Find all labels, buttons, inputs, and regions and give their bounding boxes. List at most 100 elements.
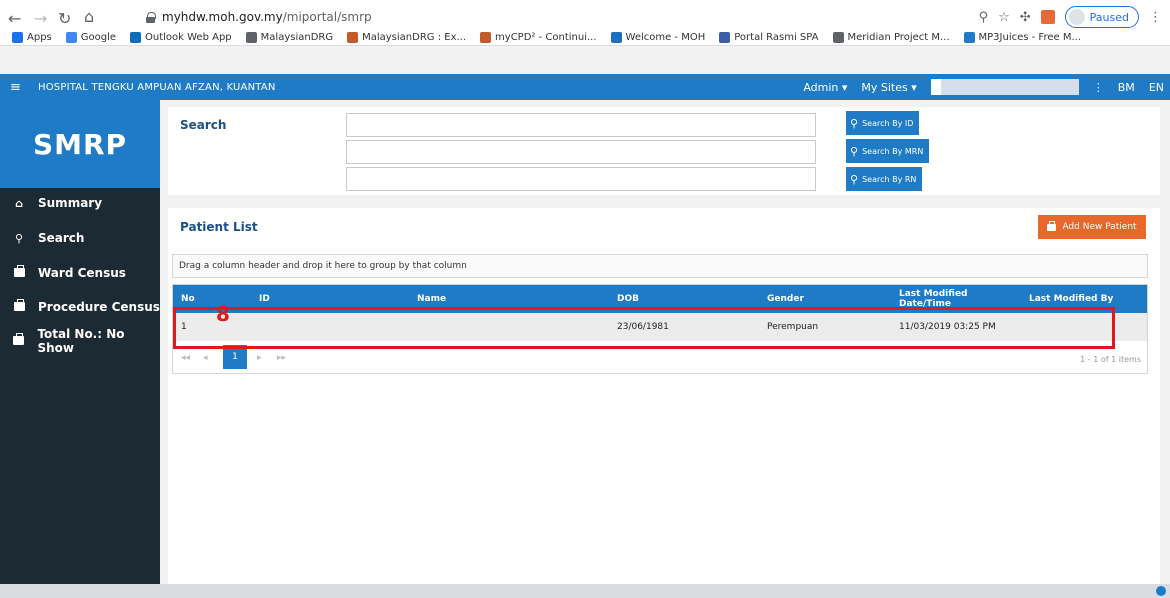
status-bar [0,584,1170,598]
last-page-icon[interactable]: ▸▸ [277,353,286,363]
my-sites-menu[interactable]: My Sites ▾ [861,81,916,94]
briefcase-icon [12,264,26,280]
home-icon[interactable]: ⌂ [84,7,94,26]
bookmark-item[interactable]: Welcome - MOH [610,31,706,43]
lang-en[interactable]: EN [1149,81,1164,94]
button-label: Search By ID [862,118,914,128]
grid-header: No ID Name DOB Gender Last Modified Date… [173,285,1147,313]
group-drop-zone[interactable]: Drag a column header and drop it here to… [172,254,1148,278]
bookmark-label: Google [80,31,117,43]
page-info: 1 - 1 of 1 items [1080,355,1141,364]
cell-dob: 23/06/1981 [617,322,669,332]
bookmark-label: MP3Juices - Free M... [978,31,1081,43]
bookmark-favicon-icon [719,31,731,43]
bookmark-label: Outlook Web App [145,31,232,43]
search-by-mrn-button[interactable]: ⚲ Search By MRN [846,139,930,163]
profile-status-button[interactable]: Paused [1064,6,1139,28]
bookmark-item[interactable]: myCPD² - Continui... [480,31,597,43]
bookmark-favicon-icon [130,31,142,43]
app-header: ≡ HOSPITAL TENGKU AMPUAN AFZAN, KUANTAN … [0,74,1170,100]
reload-icon[interactable]: ↻ [58,9,71,28]
pager: ◂◂ ◂ 1 ▸ ▸▸ 1 - 1 of 1 items [173,345,1147,373]
sidebar-item-summary[interactable]: ⌂ Summary [0,188,160,218]
back-icon[interactable]: ← [8,9,21,28]
scroll-top-icon[interactable] [1156,586,1166,596]
sidebar-item-ward-census[interactable]: Ward Census [0,258,160,288]
column-header-no[interactable]: No [181,285,195,313]
search-icon: ⚲ [14,231,24,245]
bookmark-favicon-icon [963,31,975,43]
search-id-input[interactable] [346,113,816,137]
bookmark-favicon-icon [610,31,622,43]
bookmark-item[interactable]: Portal Rasmi SPA [719,31,819,43]
button-label: Search By MRN [862,146,924,156]
menu-icon[interactable]: ⋮ [1149,10,1162,25]
cell-gender: Perempuan [767,322,819,332]
button-label: Add New Patient [1062,222,1137,232]
column-header-gender[interactable]: Gender [767,285,804,313]
sidebar-item-no-show[interactable]: Total No.: No Show [0,326,160,356]
bookmark-label: Portal Rasmi SPA [734,31,819,43]
address-bar[interactable]: myhdw.moh.gov.my /miportal/smrp [146,6,946,28]
red-extension-icon[interactable] [1040,10,1055,24]
browser-toolbar: ← → ↻ ⌂ myhdw.moh.gov.my /miportal/smrp … [0,0,1170,46]
bookmark-favicon-icon [245,31,257,43]
forward-icon[interactable]: → [34,9,47,28]
bookmark-label: Meridian Project M... [847,31,950,43]
search-panel: Search ⚲ Search By ID ⚲ Search By MRN ⚲ … [168,107,1160,195]
bookmark-label: MalaysianDRG [260,31,334,43]
next-page-icon[interactable]: ▸ [257,353,262,363]
app-logo: SMRP [0,100,160,188]
bookmark-item[interactable]: Google [65,31,117,43]
screen: ← → ↻ ⌂ myhdw.moh.gov.my /miportal/smrp … [0,0,1170,598]
patient-grid: No ID Name DOB Gender Last Modified Date… [172,284,1148,374]
cell-last-modified: 11/03/2019 03:25 PM [899,322,996,332]
extension-icon[interactable]: ✣ [1020,10,1031,25]
sidebar-item-procedure-census[interactable]: Procedure Census [0,292,160,322]
url-path: /miportal/smrp [282,10,372,24]
bookmark-item[interactable]: MalaysianDRG : Ex... [347,31,466,43]
bookmark-item[interactable]: Apps [12,31,52,43]
add-new-patient-button[interactable]: Add New Patient [1038,215,1146,239]
page-1-button[interactable]: 1 [223,345,247,369]
sidebar-item-label: Summary [38,196,103,210]
star-icon[interactable]: ☆ [998,10,1010,25]
zoom-icon[interactable]: ⚲ [979,10,989,25]
lock-icon [146,11,156,23]
user-name-box[interactable] [930,79,1079,95]
sidebar-item-label: Procedure Census [38,300,160,314]
bookmark-item[interactable]: Outlook Web App [130,31,232,43]
search-title: Search [180,118,227,132]
search-by-rn-button[interactable]: ⚲ Search By RN [846,167,923,191]
sidebar: SMRP ⌂ Summary ⚲ Search Ward Census Proc… [0,100,160,584]
search-rn-input[interactable] [346,167,816,191]
search-icon: ⚲ [850,172,859,186]
column-header-id[interactable]: ID [259,285,270,313]
bookmark-label: Welcome - MOH [625,31,706,43]
sidebar-item-search[interactable]: ⚲ Search [0,223,160,253]
patient-list-title: Patient List [180,220,258,234]
hamburger-icon[interactable]: ≡ [10,80,24,95]
lang-bm[interactable]: BM [1118,81,1135,94]
bookmark-item[interactable]: MP3Juices - Free M... [963,31,1081,43]
search-mrn-input[interactable] [346,140,816,164]
briefcase-icon [1047,220,1057,231]
table-row[interactable]: 1 23/06/1981 Perempuan 11/03/2019 03:25 … [173,313,1147,341]
cell-no: 1 [181,322,187,332]
bookmark-item[interactable]: MalaysianDRG [245,31,334,43]
hospital-name: HOSPITAL TENGKU AMPUAN AFZAN, KUANTAN [38,81,276,93]
prev-page-icon[interactable]: ◂ [203,353,208,363]
sidebar-item-label: Ward Census [38,266,126,280]
column-header-name[interactable]: Name [417,285,446,313]
url-host: myhdw.moh.gov.my [162,10,283,24]
column-header-last-modified-by[interactable]: Last Modified By [1029,285,1113,313]
search-by-id-button[interactable]: ⚲ Search By ID [846,111,920,135]
bookmark-item[interactable]: Meridian Project M... [832,31,950,43]
more-icon[interactable]: ⋮ [1093,81,1104,94]
button-label: Search By RN [862,174,917,184]
first-page-icon[interactable]: ◂◂ [181,353,190,363]
bookmark-favicon-icon [480,31,492,43]
column-header-dob[interactable]: DOB [617,285,639,313]
admin-menu[interactable]: Admin ▾ [803,81,847,94]
column-header-last-modified[interactable]: Last Modified Date/Time [899,285,1009,313]
